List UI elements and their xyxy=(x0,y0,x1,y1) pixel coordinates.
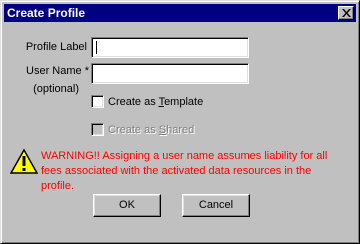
ok-button[interactable]: OK xyxy=(93,194,161,217)
window-title: Create Profile xyxy=(7,6,86,20)
text-caret xyxy=(96,41,97,54)
user-name-label: User Name * xyxy=(26,65,89,77)
user-name-optional-note: (optional) xyxy=(33,83,79,95)
close-button[interactable] xyxy=(338,6,354,20)
title-bar[interactable]: Create Profile xyxy=(4,4,356,22)
shared-label-prefix: Create as xyxy=(108,124,159,136)
create-as-template-label[interactable]: Create as Template xyxy=(108,95,203,109)
create-profile-dialog: Create Profile Profile Label User Name *… xyxy=(0,0,360,244)
cancel-button[interactable]: Cancel xyxy=(182,194,250,217)
close-icon xyxy=(342,9,351,17)
profile-label-input[interactable] xyxy=(91,37,249,58)
create-as-shared-label: Create as Shared xyxy=(108,123,194,137)
warning-triangle-icon xyxy=(10,148,38,174)
shared-label-accelerator: S xyxy=(158,124,167,136)
shared-label-rest: hared xyxy=(166,124,195,136)
profile-label: Profile Label xyxy=(25,41,87,53)
create-as-template-checkbox[interactable] xyxy=(91,95,104,108)
template-label-rest: emplate xyxy=(164,96,204,108)
template-label-prefix: Create as xyxy=(108,96,159,108)
liability-warning-text: WARNING!! Assigning a user name assumes … xyxy=(41,150,328,192)
create-as-shared-checkbox xyxy=(91,123,104,136)
user-name-input[interactable] xyxy=(91,63,249,84)
